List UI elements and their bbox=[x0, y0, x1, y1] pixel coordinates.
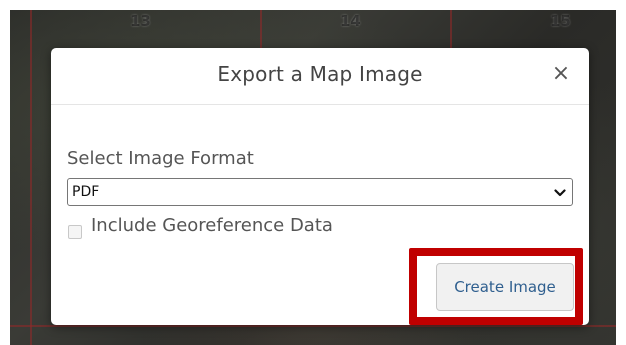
section-number-label: 15 bbox=[550, 12, 571, 30]
parcel-boundary-line bbox=[30, 10, 32, 345]
image-format-select[interactable]: PDF bbox=[67, 178, 573, 206]
selected-format-value: PDF bbox=[72, 184, 100, 200]
chevron-down-icon bbox=[554, 189, 566, 197]
parcel-boundary-line bbox=[260, 10, 262, 50]
create-image-button[interactable]: Create Image bbox=[436, 263, 574, 311]
section-number-label: 13 bbox=[130, 12, 151, 30]
georeference-checkbox[interactable] bbox=[68, 225, 82, 239]
dialog-title: Export a Map Image bbox=[217, 62, 423, 86]
parcel-boundary-line bbox=[450, 10, 452, 50]
export-map-image-dialog: Export a Map Image × Select Image Format… bbox=[51, 48, 589, 325]
dialog-header: Export a Map Image × bbox=[51, 48, 589, 105]
close-icon[interactable]: × bbox=[551, 61, 571, 87]
section-number-label: 14 bbox=[340, 12, 361, 30]
image-format-label: Select Image Format bbox=[67, 148, 254, 169]
parcel-boundary-line bbox=[10, 325, 616, 327]
georeference-checkbox-label[interactable]: Include Georeference Data bbox=[91, 215, 333, 236]
